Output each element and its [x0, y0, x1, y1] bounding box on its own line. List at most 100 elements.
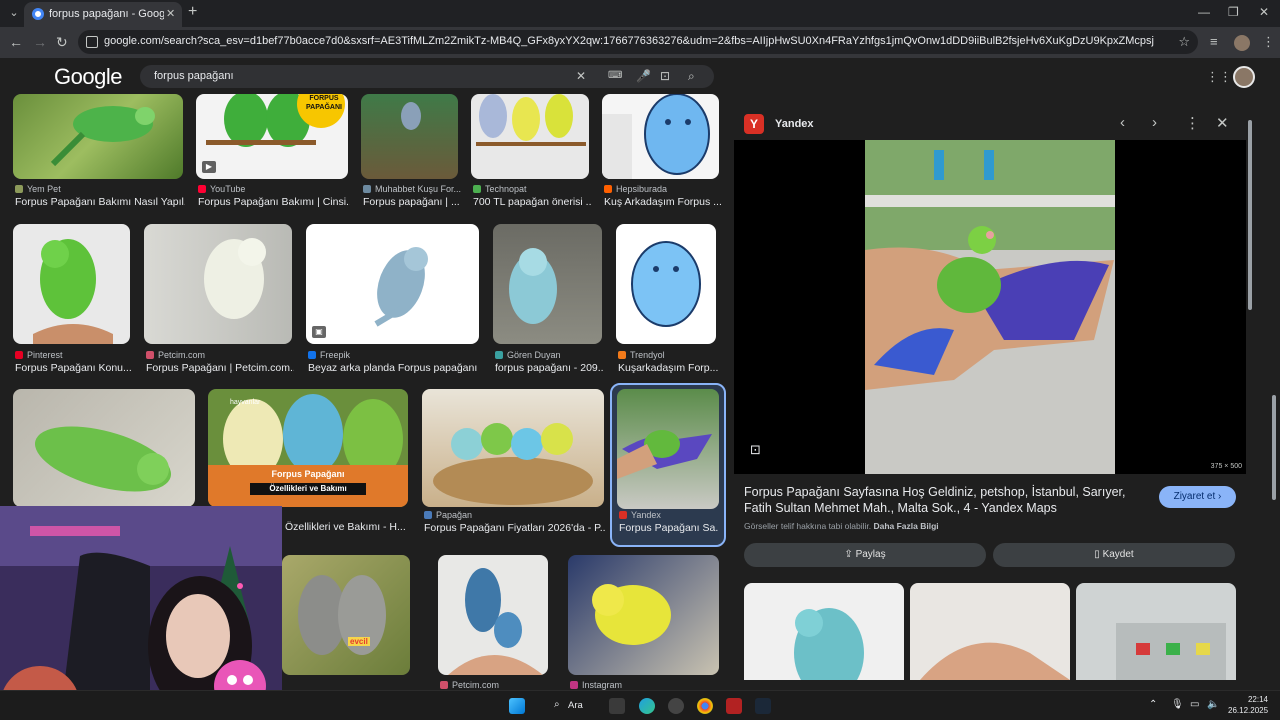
panel-title[interactable]: Forpus Papağanı Sayfasına Hoş Geldiniz, …: [744, 484, 1144, 516]
more-info-link[interactable]: Daha Fazla Bilgi: [873, 521, 938, 531]
result-card[interactable]: Petcim.com: [438, 555, 548, 690]
related-image[interactable]: [1076, 583, 1236, 680]
keyboard-icon[interactable]: ⌨: [608, 70, 622, 81]
result-title[interactable]: Beyaz arka planda Forpus papağanı ...: [308, 362, 481, 374]
result-thumbnail[interactable]: evcil: [282, 555, 410, 675]
result-thumbnail[interactable]: [438, 555, 548, 675]
panel-scrollbar[interactable]: [1247, 110, 1253, 675]
site-info-icon[interactable]: [86, 36, 98, 48]
app-icon[interactable]: [668, 698, 684, 714]
google-logo[interactable]: Google: [54, 64, 122, 90]
result-thumbnail[interactable]: [422, 389, 604, 507]
more-options-icon[interactable]: ⋮: [1185, 114, 1200, 132]
result-title[interactable]: Forpus Papağanı | Petcim.com...: [146, 362, 294, 374]
result-title[interactable]: Forpus Papağanı Fiyatları 2026'da - P...: [424, 522, 606, 534]
account-avatar[interactable]: [1233, 66, 1255, 88]
steam-icon[interactable]: [755, 698, 771, 714]
reading-list-icon[interactable]: ≡: [1210, 34, 1218, 49]
search-box[interactable]: forpus papağanı ✕ ⌨ 🎤 ⊡ ⌕: [140, 65, 714, 88]
search-icon[interactable]: ⌕: [688, 69, 695, 84]
minimize-icon[interactable]: —: [1198, 5, 1210, 19]
chrome-icon[interactable]: [697, 698, 713, 714]
result-title[interactable]: Forpus Papağanı Sa...: [619, 522, 719, 534]
app-icon[interactable]: [726, 698, 742, 714]
result-thumbnail[interactable]: [616, 224, 716, 344]
result-thumbnail[interactable]: [568, 555, 719, 675]
result-title[interactable]: Kuşarkadaşım Forp...: [618, 362, 718, 374]
image-viewer[interactable]: ⊡ 375 × 500: [734, 140, 1246, 474]
search-input[interactable]: forpus papağanı: [154, 70, 234, 82]
restore-icon[interactable]: ❐: [1228, 5, 1239, 19]
tray-chevron-icon[interactable]: ⌃: [1149, 699, 1157, 710]
result-card[interactable]: Trendyol Kuşarkadaşım Forp...: [616, 224, 718, 374]
start-icon[interactable]: [509, 698, 525, 714]
result-thumbnail[interactable]: [617, 389, 719, 509]
result-thumbnail[interactable]: [361, 94, 458, 179]
result-title[interactable]: Forpus Papağanı Konu...: [15, 362, 132, 374]
result-thumbnail[interactable]: FORPUS PAPAĞANI ▶: [196, 94, 348, 179]
result-card[interactable]: Technopat 700 TL papağan önerisi ...: [471, 94, 591, 209]
microphone-icon[interactable]: 🎤: [636, 69, 651, 83]
result-card[interactable]: Instagram: [568, 555, 719, 690]
result-title[interactable]: Forpus papağanı | ...: [363, 196, 460, 208]
volume-icon[interactable]: 🔈: [1207, 699, 1219, 710]
mic-tray-icon[interactable]: 🎙: [1171, 699, 1184, 710]
result-title[interactable]: Forpus Papağanı Bakımı Nasıl Yapıl...: [15, 196, 185, 208]
taskbar-search[interactable]: ⌕ Ara: [546, 697, 596, 715]
save-button[interactable]: ▯ Kaydet: [993, 543, 1235, 567]
reload-icon[interactable]: ↻: [56, 34, 68, 51]
result-thumbnail[interactable]: [493, 224, 602, 344]
tab-search-dropdown-icon[interactable]: ⌄: [6, 5, 22, 21]
page-scroll-thumb[interactable]: [1272, 395, 1276, 500]
result-card[interactable]: FORPUS PAPAĞANI ▶ YouTube Forpus Papağan…: [196, 94, 350, 209]
visit-button[interactable]: Ziyaret et ›: [1159, 486, 1236, 508]
back-icon[interactable]: ←: [9, 34, 23, 50]
tab-close-icon[interactable]: ✕: [166, 7, 175, 20]
clear-icon[interactable]: ✕: [576, 69, 586, 83]
result-card[interactable]: evcil: [282, 555, 410, 690]
result-title[interactable]: forpus papağanı - 209...: [495, 362, 604, 374]
edge-icon[interactable]: [639, 698, 655, 714]
result-card[interactable]: ▣ Freepik Beyaz arka planda Forpus papağ…: [306, 224, 481, 374]
page-scrollbar[interactable]: [1270, 60, 1278, 688]
result-card-selected[interactable]: Yandex Forpus Papağanı Sa...: [610, 383, 726, 547]
panel-scroll-thumb[interactable]: [1248, 120, 1252, 310]
close-panel-icon[interactable]: ✕: [1216, 114, 1229, 132]
result-title[interactable]: Kuş Arkadaşım Forpus ...: [604, 196, 721, 208]
profile-avatar-icon[interactable]: [1234, 35, 1250, 51]
result-card[interactable]: Petcim.com Forpus Papağanı | Petcim.com.…: [144, 224, 294, 374]
result-thumbnail[interactable]: [13, 389, 195, 507]
forward-icon[interactable]: →: [33, 34, 47, 50]
prev-image-icon[interactable]: ‹: [1120, 114, 1125, 131]
bookmark-star-icon[interactable]: ☆: [1178, 34, 1190, 50]
result-thumbnail[interactable]: [602, 94, 719, 179]
result-thumbnail[interactable]: [144, 224, 292, 344]
result-card[interactable]: Yem Pet Forpus Papağanı Bakımı Nasıl Yap…: [13, 94, 185, 209]
window-close-icon[interactable]: ✕: [1259, 5, 1269, 19]
related-image[interactable]: [744, 583, 904, 680]
result-card[interactable]: Papağan Forpus Papağanı Fiyatları 2026'd…: [422, 389, 606, 539]
next-image-icon[interactable]: ›: [1152, 114, 1157, 131]
result-title[interactable]: Özellikleri ve Bakımı - H...: [285, 521, 408, 533]
lens-camera-icon[interactable]: ⊡: [660, 69, 670, 83]
result-title[interactable]: 700 TL papağan önerisi ...: [473, 196, 591, 208]
result-thumbnail[interactable]: hayvanlar Forpus Papağanı Özellikleri ve…: [208, 389, 408, 507]
result-thumbnail[interactable]: [471, 94, 589, 179]
related-image[interactable]: [910, 583, 1070, 680]
result-card[interactable]: Gören Duyan forpus papağanı - 209...: [493, 224, 604, 374]
result-thumbnail[interactable]: ▣: [306, 224, 479, 344]
task-view-icon[interactable]: [609, 698, 625, 714]
clock[interactable]: 22:14 26.12.2025: [1228, 694, 1268, 716]
new-tab-icon[interactable]: +: [188, 3, 197, 21]
share-button[interactable]: ⇪ Paylaş: [744, 543, 986, 567]
panel-site-name[interactable]: Yandex: [775, 118, 814, 130]
address-bar[interactable]: google.com/search?sca_esv=d1bef77b0acce7…: [78, 30, 1198, 54]
result-card[interactable]: Hepsiburada Kuş Arkadaşım Forpus ...: [602, 94, 721, 209]
result-thumbnail[interactable]: [13, 224, 130, 344]
result-card[interactable]: Pinterest Forpus Papağanı Konu...: [13, 224, 132, 374]
network-icon[interactable]: ▭: [1190, 699, 1199, 710]
lens-search-icon[interactable]: ⊡: [750, 442, 761, 458]
result-card[interactable]: Muhabbet Kuşu For... Forpus papağanı | .…: [361, 94, 461, 209]
google-apps-icon[interactable]: ⋮⋮: [1206, 69, 1232, 85]
browser-tab[interactable]: forpus papağanı - Google'da Ara ✕: [24, 2, 182, 27]
